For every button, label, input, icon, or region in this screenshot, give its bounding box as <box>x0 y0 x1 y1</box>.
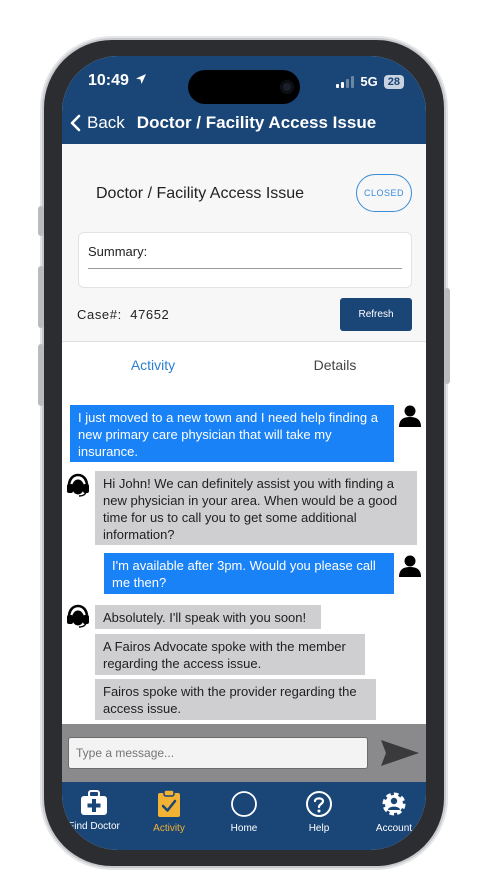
message-line: Absolutely. I'll speak with you soon! <box>103 610 307 625</box>
chevron-left-icon <box>70 114 81 132</box>
medical-kit-icon <box>81 790 107 815</box>
case-title: Doctor / Facility Access Issue <box>96 185 305 202</box>
chat-message-advocate: Fairos spoke with the provider regarding… <box>95 679 376 720</box>
status-badge: CLOSED <box>356 174 412 212</box>
message-line: Fairos spoke with the provider regarding… <box>103 684 357 699</box>
user-gear-icon <box>382 792 406 816</box>
volume-up-button <box>38 266 44 328</box>
message-line: new physician in your area. When would b… <box>103 493 398 508</box>
advocate-headset-icon <box>67 473 89 497</box>
network-label: 5G <box>360 74 378 89</box>
message-line: A Fairos Advocate spoke with the member <box>103 639 346 654</box>
back-button[interactable]: Back <box>70 113 125 133</box>
message-line: I just moved to a new town and I need he… <box>78 410 378 425</box>
chat-thread: I just moved to a new town and I need he… <box>62 388 426 724</box>
member-avatar-icon <box>399 405 421 427</box>
send-icon[interactable] <box>380 738 420 768</box>
summary-card: Summary: <box>78 232 412 288</box>
message-line: time for us to call you to get some addi… <box>103 510 357 525</box>
nav-bar: Back Doctor / Facility Access Issue <box>62 110 426 136</box>
status-time-text: 10:49 <box>88 72 129 89</box>
member-avatar-icon <box>399 555 421 577</box>
chat-message-advocate: Hi John! We can definitely assist you wi… <box>95 471 417 545</box>
message-line: Hi John! We can definitely assist you wi… <box>103 476 394 491</box>
nav-label: Account <box>375 823 413 834</box>
phone-screen: 10:49 5G 28 Back Doctor / Facility Acces… <box>62 56 426 850</box>
volume-down-button <box>38 344 44 406</box>
circle-icon <box>231 791 257 817</box>
chat-message-advocate: A Fairos Advocate spoke with the member … <box>95 634 365 675</box>
nav-help[interactable]: Help <box>287 790 351 834</box>
message-line: insurance. <box>78 444 138 459</box>
status-time: 10:49 <box>88 72 147 90</box>
nav-find-doctor[interactable]: Find Doctor <box>62 790 126 832</box>
refresh-button[interactable]: Refresh <box>340 298 412 331</box>
case-number-value: 47652 <box>130 307 170 322</box>
location-arrow-icon <box>136 74 147 84</box>
nav-label: Home <box>230 823 258 834</box>
message-line: access issue. <box>103 701 182 716</box>
case-number-label: Case#: <box>77 307 122 322</box>
nav-label: Find Doctor <box>68 821 120 832</box>
advocate-headset-icon <box>67 604 89 628</box>
chat-message-member: I just moved to a new town and I need he… <box>70 405 394 462</box>
case-number: Case#: 47652 <box>77 307 169 322</box>
clipboard-check-icon <box>158 789 180 817</box>
back-label: Back <box>87 113 125 132</box>
nav-label: Activity <box>153 823 185 834</box>
chat-message-advocate: Absolutely. I'll speak with you soon! <box>95 605 321 629</box>
top-bar: 10:49 5G 28 Back Doctor / Facility Acces… <box>62 56 426 144</box>
signal-icon <box>336 75 355 88</box>
summary-label: Summary: <box>88 244 148 259</box>
battery-icon: 28 <box>383 74 404 89</box>
camera-icon <box>280 80 294 94</box>
question-icon <box>306 791 332 817</box>
bottom-nav: Find Doctor Activity Home Help Account <box>62 782 426 850</box>
message-line: new primary care physician that will tak… <box>78 427 332 442</box>
nav-account[interactable]: Account <box>362 790 426 834</box>
tab-activity[interactable]: Activity <box>62 342 244 388</box>
power-button <box>444 288 450 384</box>
summary-underline <box>88 268 402 269</box>
message-composer <box>62 724 426 782</box>
nav-label: Help <box>308 823 330 834</box>
chat-message-member: I'm available after 3pm. Would you pleas… <box>104 553 394 594</box>
nav-home[interactable]: Home <box>212 790 276 834</box>
nav-title: Doctor / Facility Access Issue <box>136 113 377 132</box>
message-line: I'm available after 3pm. Would you pleas… <box>112 558 376 573</box>
message-line: regarding the access issue. <box>103 656 262 671</box>
nav-activity[interactable]: Activity <box>137 789 201 834</box>
tab-bar: Activity Details <box>62 341 426 389</box>
status-indicators: 5G 28 <box>336 74 404 89</box>
silent-switch <box>38 206 44 236</box>
tab-details[interactable]: Details <box>244 342 426 388</box>
message-input[interactable] <box>68 737 368 769</box>
message-line: me then? <box>112 575 167 590</box>
dynamic-island <box>188 70 300 104</box>
message-line: information? <box>103 527 175 542</box>
